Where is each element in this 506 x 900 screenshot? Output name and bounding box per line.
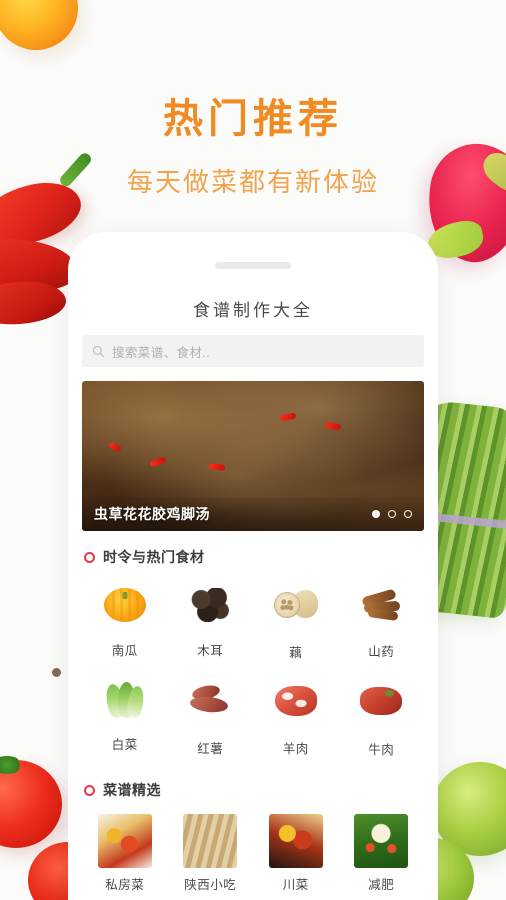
ingredient-label: 羊肉 [282,742,309,756]
tomato-decoration-1 [0,756,62,848]
recipe-category-item[interactable]: 减肥 [339,804,425,899]
search-icon [92,345,105,357]
beef-icon [358,687,404,733]
ingredient-label: 藕 [289,646,303,660]
ingredient-item-black-fungus[interactable]: 木耳 [168,571,254,667]
phone-mockup: 食谱制作大全 搜索菜谱、食材.. 虫草花花胶鸡脚汤 时令与热门食材 南瓜 木耳 … [68,232,438,900]
recipe-thumbnail [354,814,409,868]
yam-icon [358,588,404,635]
banner-pagination-dots[interactable] [372,510,412,518]
cabbage-icon [102,682,148,728]
promo-subheadline: 每天做菜都有新体验 [126,167,379,197]
recipe-thumbnail [97,814,152,868]
orange-fruit-decoration [0,0,78,50]
ingredient-label: 南瓜 [111,644,138,658]
seed-decoration [52,668,61,677]
recipe-category-label: 川菜 [282,878,309,892]
ingredient-item-yam[interactable]: 山药 [339,571,425,667]
recipe-category-grid: 私房菜 陕西小吃 川菜 减肥 [82,804,424,899]
lamb-icon [273,686,319,732]
banner-caption-bar: 虫草花花胶鸡脚汤 [82,497,424,531]
recipe-thumbnail [183,814,238,868]
ingredient-item-lamb[interactable]: 羊肉 [253,667,339,764]
sweet-potato-icon [187,683,233,732]
ingredient-label: 白菜 [111,738,138,752]
section-title: 时令与热门食材 [103,549,205,565]
recipe-category-item[interactable]: 川菜 [253,804,339,899]
pagination-dot-1[interactable] [372,510,380,518]
section-header-recipes: 菜谱精选 [82,780,424,800]
ingredient-label: 牛肉 [368,743,395,757]
recipe-category-item[interactable]: 陕西小吃 [168,804,254,899]
ingredient-item-pumpkin[interactable]: 南瓜 [82,571,168,667]
pumpkin-icon [102,588,148,634]
ingredient-item-sweet-potato[interactable]: 红薯 [168,667,254,764]
goji-berry-decoration [108,441,123,453]
ingredient-label: 红薯 [197,742,224,756]
ingredient-grid: 南瓜 木耳 藕 山药 白菜 红薯 羊肉 牛肉 [82,571,424,764]
search-bar[interactable]: 搜索菜谱、食材.. [82,335,424,367]
promo-headline: 热门推荐 [163,97,343,141]
goji-berry-decoration [324,421,342,431]
recipe-category-label: 陕西小吃 [184,878,237,892]
section-header-ingredients: 时令与热门食材 [82,547,424,567]
ring-icon [84,551,95,563]
ingredient-label: 山药 [368,645,395,659]
banner-caption: 虫草花花胶鸡脚汤 [94,506,210,522]
black-fungus-icon [187,588,233,634]
ingredient-item-beef[interactable]: 牛肉 [339,667,425,764]
goji-berry-decoration [208,462,225,471]
search-placeholder: 搜索菜谱、食材.. [112,345,211,360]
pagination-dot-2[interactable] [388,510,396,518]
ring-icon [84,784,95,796]
recipe-category-label: 私房菜 [105,878,145,892]
section-title: 菜谱精选 [103,782,161,798]
ingredient-label: 木耳 [197,644,224,658]
pagination-dot-3[interactable] [404,510,412,518]
ingredient-item-lotus-root[interactable]: 藕 [253,571,339,667]
phone-speaker-grille [215,262,291,269]
featured-banner[interactable]: 虫草花花胶鸡脚汤 [82,381,424,531]
promo-text-block: 热门推荐 每天做菜都有新体验 [0,86,506,199]
app-screen: 食谱制作大全 搜索菜谱、食材.. 虫草花花胶鸡脚汤 时令与热门食材 南瓜 木耳 … [68,284,438,900]
goji-berry-decoration [279,412,297,422]
recipe-thumbnail [268,814,323,868]
recipe-category-label: 减肥 [368,878,395,892]
recipe-category-item[interactable]: 私房菜 [82,804,168,899]
goji-berry-decoration [149,456,167,468]
ingredient-item-cabbage[interactable]: 白菜 [82,667,168,764]
app-title: 食谱制作大全 [193,301,313,320]
lotus-root-icon [273,590,319,636]
